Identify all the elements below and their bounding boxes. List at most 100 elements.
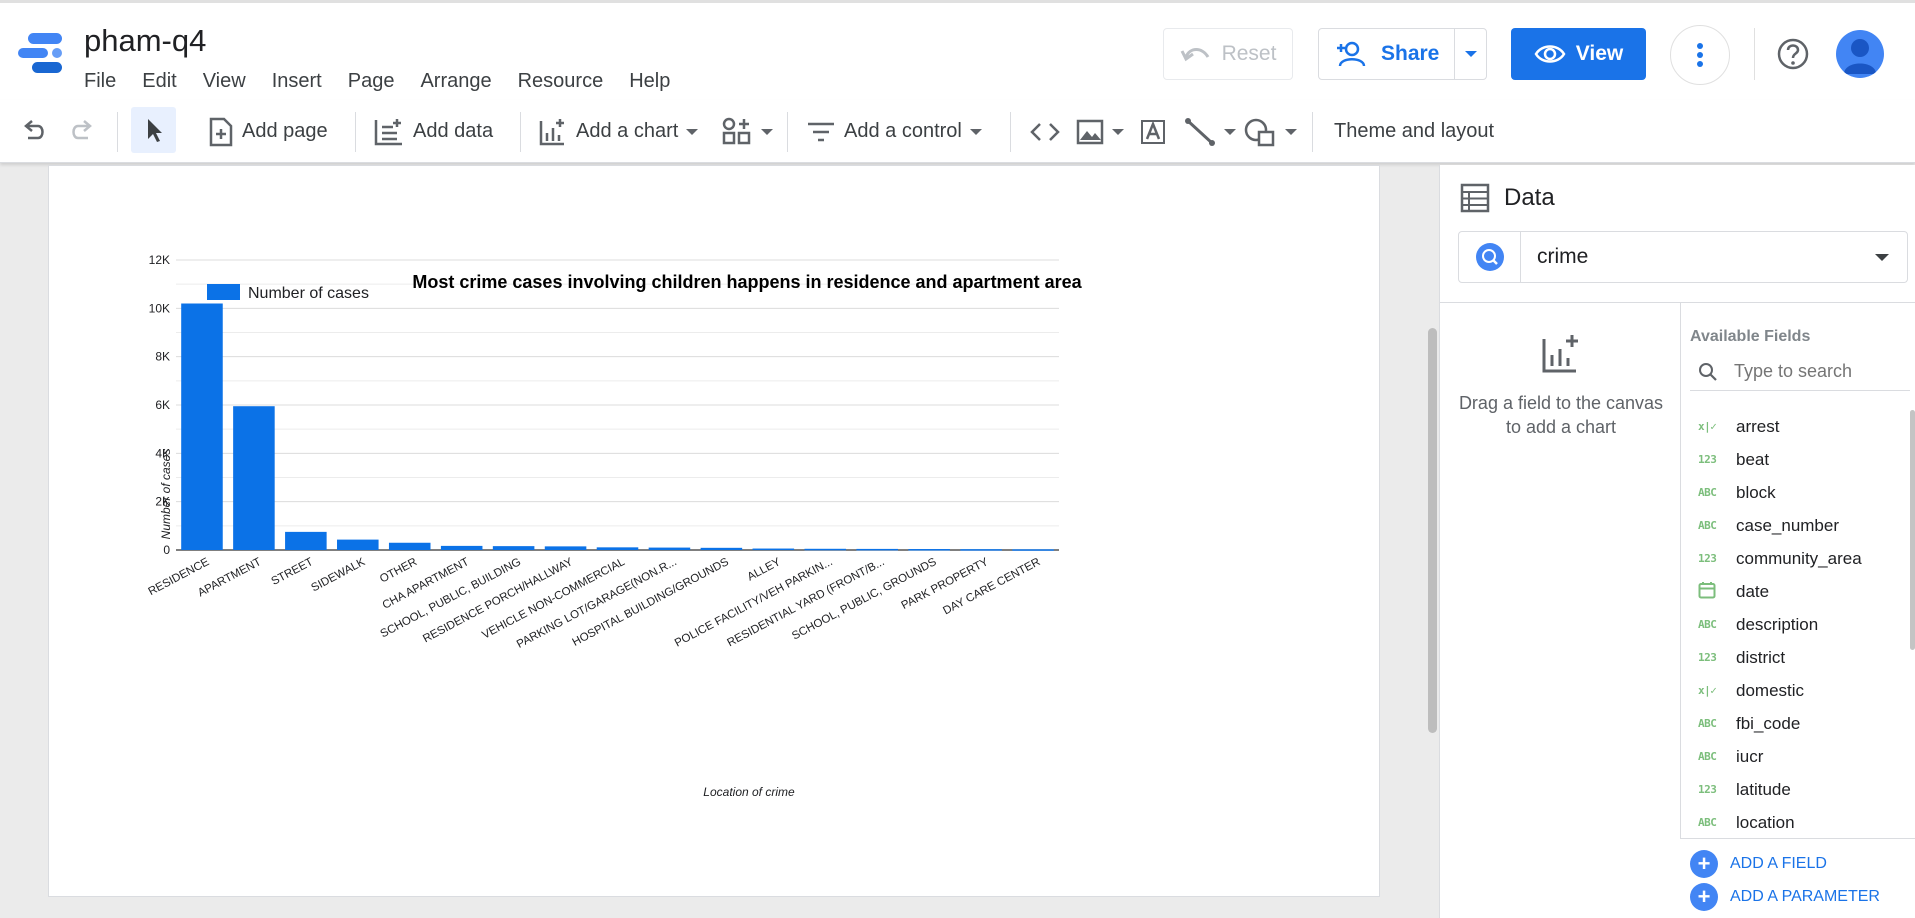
image-button[interactable] [1076,100,1124,163]
bar-chart[interactable]: 02K4K6K8K10K12K RESIDENCEAPARTMENT STREET… [49,166,1381,898]
menu-file[interactable]: File [84,70,116,93]
code-icon [1030,122,1060,141]
add-control-button[interactable]: Add a control [806,100,982,163]
menu-help[interactable]: Help [629,70,670,93]
community-viz-button[interactable] [721,100,773,163]
redo-icon [72,119,92,139]
menu-arrange[interactable]: Arrange [420,70,491,93]
data-panel: Data crime Drag a field to the canvas to… [1439,165,1915,918]
canvas-scrollbar[interactable] [1428,328,1437,733]
field-item[interactable]: 123 district [1690,641,1904,674]
reset-button[interactable]: Reset [1163,28,1293,80]
line-button[interactable] [1184,100,1236,163]
share-button[interactable]: Share [1318,28,1487,80]
field-item[interactable]: 123 community_area [1690,542,1904,575]
theme-and-layout-button[interactable]: Theme and layout [1334,100,1494,163]
field-search-input[interactable] [1734,361,1894,382]
app-header: pham-q4 File Edit View Insert Page Arran… [0,0,1915,100]
bar[interactable] [181,303,223,551]
bar[interactable] [700,547,743,550]
bar[interactable] [596,547,639,550]
text-button[interactable] [1139,100,1167,163]
add-page-icon [209,117,233,146]
menu-view[interactable]: View [203,70,246,93]
field-item[interactable]: ABC iucr [1690,740,1904,773]
add-parameter-button[interactable]: + ADD A PARAMETER [1690,883,1880,911]
menu-edit[interactable]: Edit [142,70,176,93]
field-name: latitude [1736,779,1791,799]
bar[interactable] [440,545,483,550]
field-search[interactable] [1690,353,1910,391]
undo-button[interactable] [20,100,48,163]
bar[interactable] [285,531,327,550]
select-tool-button[interactable] [131,107,176,153]
help-icon[interactable] [1776,37,1810,71]
field-item[interactable]: 123 beat [1690,443,1904,476]
chart-bars [181,303,1054,551]
field-item[interactable]: date [1690,575,1904,608]
menu-insert[interactable]: Insert [272,70,322,93]
text-type-icon: ABC [1698,750,1717,763]
bar[interactable] [752,548,795,551]
panel-divider [1440,302,1915,303]
field-item[interactable]: x|✓ domestic [1690,674,1904,707]
theme-and-layout-label: Theme and layout [1334,120,1495,142]
person-icon [1844,39,1876,74]
field-item[interactable]: ABC location [1690,806,1904,839]
field-item[interactable]: 123 latitude [1690,773,1904,806]
bar[interactable] [388,542,431,550]
redo-button[interactable] [68,100,96,163]
bar[interactable] [1012,549,1054,551]
bar[interactable] [648,547,691,550]
bar[interactable] [804,548,847,551]
share-label: Share [1381,42,1440,65]
field-item[interactable]: x|✓ arrest [1690,410,1904,443]
menu-page[interactable]: Page [348,70,395,93]
share-main[interactable]: Share [1319,29,1455,79]
bar[interactable] [856,548,898,551]
bar[interactable] [492,546,535,550]
add-field-button[interactable]: + ADD A FIELD [1690,850,1827,878]
view-button[interactable]: View [1511,28,1646,80]
bar[interactable] [908,549,950,551]
field-item[interactable]: ABC description [1690,608,1904,641]
reset-label: Reset [1221,42,1277,65]
field-name: domestic [1736,680,1805,700]
field-item[interactable]: ABC case_number [1690,509,1904,542]
x-tick-label: ALLEY [745,556,783,584]
field-item[interactable]: ABC fbi_code [1690,707,1904,740]
add-page-label: Add page [242,120,328,142]
line-icon [1185,117,1215,146]
more-vert-icon [1697,43,1703,67]
text-type-icon: ABC [1698,816,1717,829]
add-data-button[interactable]: Add data [373,100,493,163]
bar[interactable] [233,406,275,550]
number-type-icon: 123 [1698,453,1717,466]
field-name: case_number [1736,515,1840,535]
share-dropdown-button[interactable] [1455,51,1486,57]
menu-resource[interactable]: Resource [518,70,604,93]
bar[interactable] [337,539,379,550]
add-chart-button[interactable]: Add a chart [538,100,699,163]
looker-studio-logo[interactable] [18,31,66,75]
drag-hint-text: Drag a field to the canvas to add a char… [1458,393,1664,437]
field-name: description [1736,614,1819,634]
y-tick-label: 12K [149,253,170,267]
field-item[interactable]: ABC block [1690,476,1904,509]
embed-url-button[interactable] [1030,100,1060,163]
chevron-down-icon [1224,128,1236,135]
account-avatar[interactable] [1836,30,1884,78]
more-options-button[interactable] [1670,25,1730,85]
add-page-button[interactable]: Add page [208,100,328,163]
add-person-icon [1337,41,1366,67]
bar[interactable] [544,546,587,550]
bar[interactable] [960,549,1002,551]
report-title[interactable]: pham-q4 [84,23,206,59]
report-canvas[interactable]: 0 2K 4K 6K 8K 10K 12K RESIDENCE APARTMENT STREET… [48,165,1380,897]
field-list: x|✓ arrest 123 beat ABC block ABC case_number 12… [1690,410,1904,839]
data-source-select[interactable]: crime [1458,231,1908,283]
image-icon [1076,119,1104,144]
shape-button[interactable] [1243,100,1297,163]
plus-icon: + [1690,883,1718,911]
fields-scrollbar[interactable] [1910,410,1915,650]
